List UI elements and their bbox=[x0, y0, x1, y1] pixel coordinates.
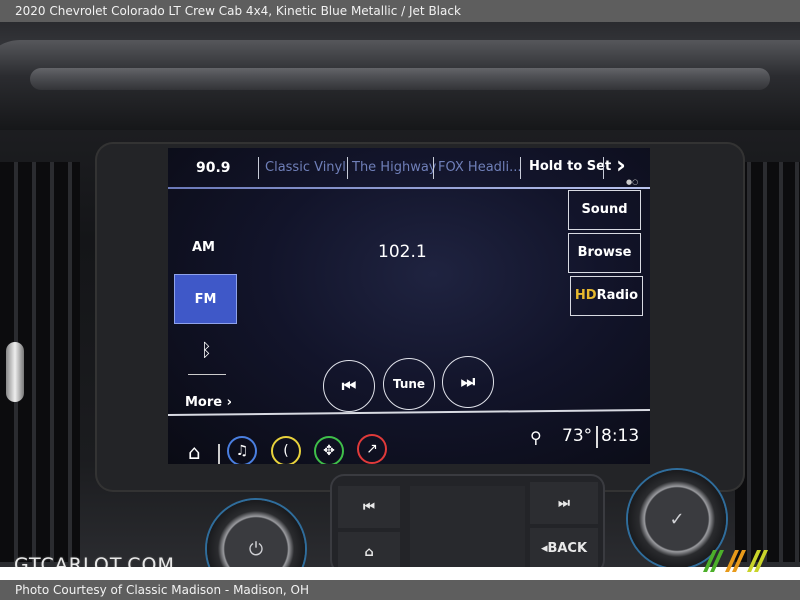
photo-credit-bar: Photo Courtesy of Classic Madison - Madi… bbox=[0, 580, 800, 600]
status-divider bbox=[596, 426, 598, 448]
hd-radio-button[interactable]: HDRadio bbox=[570, 276, 643, 316]
current-preset-frequency[interactable]: 90.9 bbox=[196, 160, 231, 176]
apps-app-icon[interactable]: ↗ bbox=[357, 434, 387, 464]
hardware-button-panel: ⏮ ⌂ ⏭ ◂BACK bbox=[330, 474, 605, 567]
preset-divider bbox=[520, 157, 521, 179]
clock: 8:13 bbox=[601, 426, 640, 446]
preset-divider bbox=[603, 157, 604, 179]
sound-label: Sound bbox=[581, 202, 628, 217]
hold-to-set-button[interactable]: Hold to Set bbox=[529, 159, 611, 174]
tune-label: Tune bbox=[392, 377, 426, 391]
station-frequency: 102.1 bbox=[378, 242, 427, 262]
phone-app-icon[interactable]: ( bbox=[271, 436, 301, 464]
next-track-icon: ⏭ bbox=[558, 495, 570, 511]
seek-back-icon: ⏮ bbox=[341, 376, 357, 395]
listing-title-bar: 2020 Chevrolet Colorado LT Crew Cab 4x4,… bbox=[0, 0, 800, 22]
source-divider bbox=[188, 374, 226, 375]
preset-divider-line bbox=[168, 187, 650, 189]
seek-back-button[interactable]: ⏮ bbox=[323, 360, 375, 412]
browse-button[interactable]: Browse bbox=[568, 233, 641, 273]
hd-logo-icon: HD bbox=[574, 288, 597, 303]
home-icon: ⌂ bbox=[364, 544, 374, 560]
seek-forward-icon: ⏭ bbox=[460, 372, 476, 391]
radio-label: Radio bbox=[596, 288, 639, 303]
tune-button[interactable]: Tune bbox=[383, 358, 435, 410]
back-label: ◂BACK bbox=[540, 540, 588, 556]
home-icon[interactable]: ⌂ bbox=[188, 440, 201, 464]
more-sources-button[interactable]: More › bbox=[185, 395, 232, 410]
preset-the-highway[interactable]: The Highway bbox=[352, 160, 436, 175]
vehicle-photo: 90.9 Classic Vinyl The Highway FOX Headl… bbox=[0, 22, 800, 567]
hardware-back-button[interactable]: ◂BACK bbox=[530, 528, 598, 567]
hardware-prev-track-button[interactable]: ⏮ bbox=[338, 486, 400, 528]
preset-divider bbox=[258, 157, 259, 179]
navigation-app-icon[interactable]: ✥ bbox=[314, 436, 344, 464]
white-strip bbox=[0, 567, 800, 580]
browse-label: Browse bbox=[577, 245, 632, 260]
preset-divider bbox=[347, 157, 348, 179]
page-indicator-dots: ●○ bbox=[626, 178, 639, 186]
sound-button[interactable]: Sound bbox=[568, 190, 641, 230]
source-fm-label: FM bbox=[194, 291, 217, 307]
checkmark-icon: ✓ bbox=[669, 508, 685, 530]
vent-chrome-knob bbox=[6, 342, 24, 402]
temperature: 73° bbox=[562, 426, 593, 446]
gtcarlot-stripes-logo bbox=[703, 550, 768, 572]
power-icon: ⏻ bbox=[248, 538, 264, 560]
seek-forward-button[interactable]: ⏭ bbox=[442, 356, 494, 408]
preset-bar: 90.9 Classic Vinyl The Highway FOX Headl… bbox=[168, 148, 650, 188]
infotainment-screen: 90.9 Classic Vinyl The Highway FOX Headl… bbox=[168, 148, 650, 464]
preset-classic-vinyl[interactable]: Classic Vinyl bbox=[265, 160, 346, 175]
listing-title: 2020 Chevrolet Colorado LT Crew Cab 4x4,… bbox=[15, 4, 461, 18]
hardware-center-panel bbox=[410, 486, 525, 567]
hardware-next-track-button[interactable]: ⏭ bbox=[530, 482, 598, 524]
preset-divider bbox=[433, 157, 434, 179]
gtcarlot-watermark: GTCARLOT.COM bbox=[14, 554, 175, 567]
hardware-home-button[interactable]: ⌂ bbox=[338, 532, 400, 567]
source-am[interactable]: AM bbox=[192, 240, 215, 255]
photo-credit: Photo Courtesy of Classic Madison - Madi… bbox=[15, 583, 310, 597]
prev-track-icon: ⏮ bbox=[363, 499, 375, 515]
tray-divider bbox=[218, 444, 220, 464]
bluetooth-icon[interactable]: ᛒ bbox=[201, 340, 212, 361]
source-fm-selected[interactable]: FM bbox=[174, 274, 237, 324]
preset-fox-headlines[interactable]: FOX Headli... bbox=[438, 160, 522, 175]
next-presets-chevron-icon[interactable]: › bbox=[616, 151, 626, 179]
dash-highlight bbox=[30, 68, 770, 90]
power-volume-knob[interactable]: ⏻ bbox=[207, 500, 305, 567]
audio-app-icon[interactable]: ♫ bbox=[227, 436, 257, 464]
location-pin-icon: ⚲ bbox=[530, 428, 542, 447]
